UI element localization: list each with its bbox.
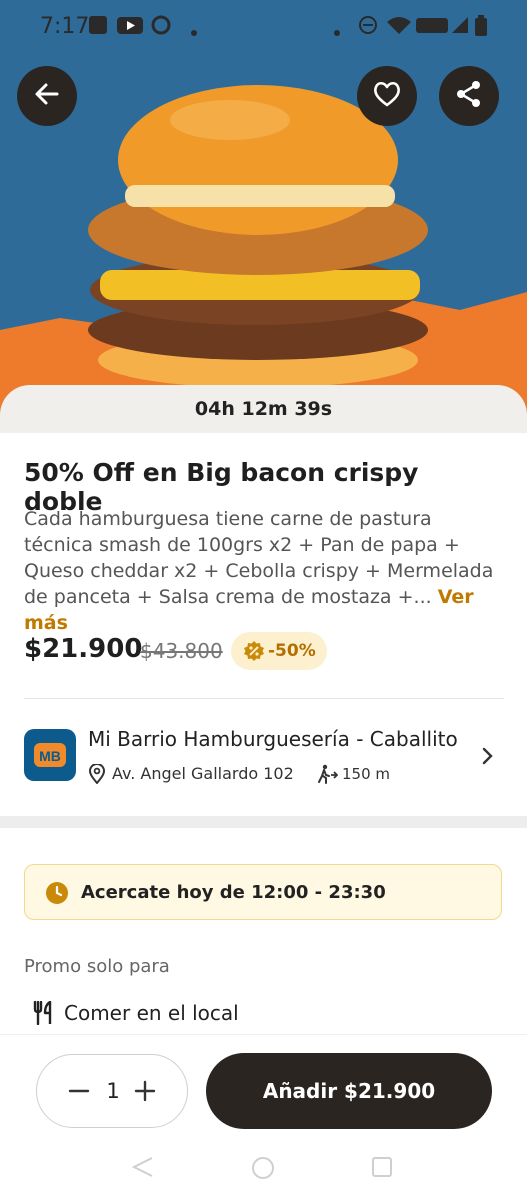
- share-button[interactable]: [439, 66, 499, 126]
- nav-back-icon[interactable]: [130, 1156, 156, 1182]
- back-arrow-icon: [33, 80, 61, 112]
- store-name: Mi Barrio Hamburguesería - Caballito: [88, 727, 458, 751]
- clock-icon: [45, 881, 69, 909]
- do-not-disturb-icon: [358, 15, 378, 39]
- section-divider: [0, 816, 527, 828]
- discount-text: -50%: [268, 641, 316, 661]
- walking-icon: [316, 764, 339, 788]
- plus-button[interactable]: [133, 1079, 157, 1107]
- hero-image: [0, 0, 527, 430]
- youtube-icon: [117, 15, 143, 39]
- cutlery-icon: [33, 1000, 55, 1029]
- hours-notice: Acercate hoy de 12:00 - 23:30: [24, 864, 502, 920]
- plus-icon: [134, 1080, 156, 1102]
- store-logo: MB: [24, 729, 76, 781]
- add-to-cart-button[interactable]: Añadir $21.900: [206, 1053, 492, 1129]
- notification-icon: [88, 15, 108, 39]
- divider: [24, 698, 504, 699]
- app-circle-icon: [151, 15, 171, 39]
- nav-home-icon[interactable]: [251, 1156, 275, 1184]
- nav-recents-icon[interactable]: [371, 1156, 393, 1182]
- wifi-icon: [386, 15, 412, 39]
- back-button[interactable]: [17, 66, 77, 126]
- location-pin-icon: [88, 763, 106, 788]
- original-price: $43.800: [140, 639, 223, 663]
- status-time: 7:17: [40, 14, 90, 39]
- current-price: $21.900: [24, 634, 143, 664]
- dine-in-option: Comer en el local: [64, 1001, 239, 1025]
- discount-badge: -50%: [231, 632, 327, 670]
- chevron-right-icon: [480, 746, 494, 770]
- countdown-timer: 04h 12m 39s: [0, 385, 527, 433]
- description-text: Cada hamburguesa tiene carne de pastura …: [24, 508, 494, 608]
- store-distance: 150 m: [342, 765, 391, 783]
- volte-icon: [416, 15, 448, 39]
- store-logo-text: MB: [39, 748, 61, 764]
- status-bar: 7:17: [0, 0, 527, 52]
- heart-icon: [372, 80, 402, 112]
- discount-seal-icon: [243, 640, 265, 667]
- battery-icon: [474, 15, 488, 41]
- signal-icon: [450, 15, 470, 39]
- quantity-value: 1: [106, 1079, 120, 1103]
- store-address: Av. Angel Gallardo 102: [112, 764, 294, 783]
- quantity-stepper[interactable]: 1: [36, 1054, 188, 1128]
- dot-icon: [190, 22, 198, 41]
- promo-label: Promo solo para: [24, 956, 170, 977]
- share-icon: [455, 80, 483, 112]
- favorite-button[interactable]: [357, 66, 417, 126]
- minus-button[interactable]: [67, 1079, 91, 1107]
- hours-text: Acercate hoy de 12:00 - 23:30: [81, 882, 386, 903]
- offer-description: Cada hamburguesa tiene carne de pastura …: [24, 506, 502, 636]
- dot-icon: [333, 22, 341, 41]
- minus-icon: [68, 1089, 90, 1093]
- burger-image: [0, 0, 527, 430]
